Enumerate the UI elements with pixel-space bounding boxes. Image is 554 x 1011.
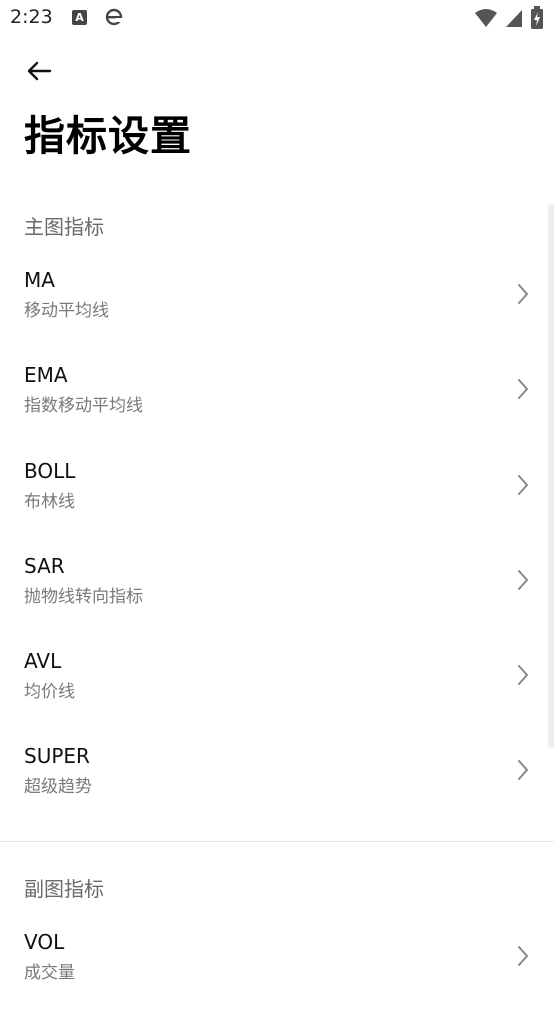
- item-subtitle: 抛物线转向指标: [24, 587, 143, 607]
- chevron-right-icon: [518, 475, 528, 495]
- app-notification-icon: A: [72, 10, 87, 25]
- list-item-super[interactable]: SUPER 超级趋势: [0, 730, 548, 825]
- item-title: SAR: [24, 554, 65, 578]
- item-title: VOL: [24, 930, 65, 954]
- item-subtitle: 布林线: [24, 492, 75, 512]
- list-item-avl[interactable]: AVL 均价线: [0, 635, 548, 730]
- item-subtitle: 移动平均线: [24, 301, 109, 321]
- item-subtitle: 成交量: [24, 963, 75, 983]
- item-subtitle: 超级趋势: [24, 777, 92, 797]
- item-title: MA: [24, 268, 55, 292]
- battery-icon: [531, 6, 543, 29]
- list-item-ma[interactable]: MA 移动平均线: [0, 254, 548, 349]
- browser-notification-icon: [105, 8, 123, 26]
- scrollbar[interactable]: [548, 204, 554, 748]
- item-subtitle: 均价线: [24, 682, 75, 702]
- item-subtitle: 指数移动平均线: [24, 396, 143, 416]
- section-header-sub-indicators: 副图指标: [24, 877, 104, 901]
- chevron-right-icon: [518, 570, 528, 590]
- cellular-signal-icon: [506, 10, 522, 27]
- item-title: SUPER: [24, 744, 90, 768]
- list-item-sar[interactable]: SAR 抛物线转向指标: [0, 540, 548, 635]
- chevron-right-icon: [518, 379, 528, 399]
- section-header-main-indicators: 主图指标: [24, 215, 104, 239]
- item-title: AVL: [24, 649, 62, 673]
- list-item-boll[interactable]: BOLL 布林线: [0, 445, 548, 540]
- page-title: 指标设置: [24, 112, 192, 160]
- list-item-ema[interactable]: EMA 指数移动平均线: [0, 349, 548, 444]
- list-item-vol[interactable]: VOL 成交量: [0, 916, 548, 1011]
- section-divider: [0, 841, 554, 842]
- chevron-right-icon: [518, 760, 528, 780]
- status-icons: [474, 6, 544, 29]
- status-time: 2:23: [10, 6, 53, 28]
- item-title: BOLL: [24, 459, 76, 483]
- chevron-right-icon: [518, 284, 528, 304]
- chevron-right-icon: [518, 665, 528, 685]
- wifi-icon: [475, 9, 497, 27]
- arrow-left-icon: [27, 61, 52, 81]
- status-bar: 2:23 A: [0, 0, 554, 36]
- back-button[interactable]: [22, 54, 56, 88]
- chevron-right-icon: [518, 946, 528, 966]
- item-title: EMA: [24, 363, 68, 387]
